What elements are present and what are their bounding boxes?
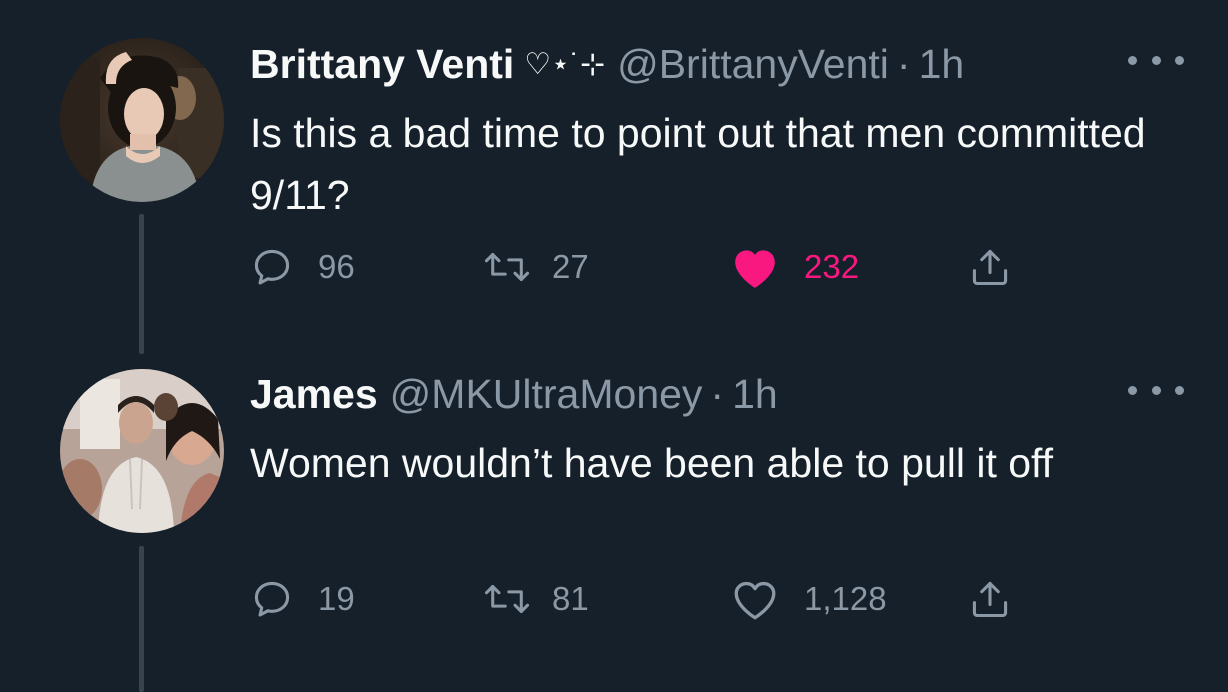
user-handle[interactable]: @MKUltraMoney (390, 371, 703, 418)
tweet-2[interactable]: James @MKUltraMoney · 1h Women wouldn’t … (0, 364, 1228, 692)
reply-icon (254, 249, 290, 285)
reply-button[interactable]: 96 (250, 242, 355, 292)
avatar-photo-2 (60, 369, 224, 533)
more-icon[interactable] (1128, 378, 1184, 402)
more-dot (1128, 385, 1137, 395)
name-decoration-text: ♡⋆˙⊹ (524, 47, 606, 81)
like-count: 1,128 (804, 580, 887, 617)
reply-button[interactable]: 19 (250, 574, 355, 624)
tweet-text: Women wouldn’t have been able to pull it… (250, 440, 1054, 486)
name-decoration: ♡⋆˙⊹ (524, 47, 605, 82)
avatar-photo-1 (60, 38, 224, 202)
retweet-button[interactable]: 81 (482, 574, 589, 624)
more-dot (1151, 385, 1161, 395)
tweet-actions: 96 27 232 (250, 242, 1050, 292)
retweet-count: 27 (552, 248, 589, 285)
user-handle[interactable]: @BrittanyVenti (617, 41, 889, 88)
like-button[interactable]: 232 (730, 242, 859, 292)
heart-filled-icon (735, 250, 775, 288)
separator-dot: · (896, 40, 911, 87)
avatar[interactable] (60, 38, 224, 202)
more-dot (1151, 55, 1161, 65)
tweet-1[interactable]: Brittany Venti ♡⋆˙⊹ @BrittanyVenti · 1h … (0, 34, 1228, 334)
tweet-actions: 19 81 1,128 (250, 574, 1050, 624)
reply-count: 19 (318, 580, 355, 617)
heart-outline-icon (734, 581, 776, 620)
display-name[interactable]: Brittany Venti (250, 41, 514, 88)
share-button[interactable] (968, 574, 1012, 624)
tweet-header: Brittany Venti ♡⋆˙⊹ @BrittanyVenti · 1h (250, 34, 964, 94)
more-dot (1128, 55, 1137, 65)
tweet-text: Is this a bad time to point out that men… (250, 110, 1146, 218)
more-icon[interactable] (1128, 48, 1184, 72)
more-dot (1175, 55, 1184, 65)
share-icon (972, 581, 1008, 618)
like-button[interactable]: 1,128 (730, 574, 887, 624)
retweet-icon (484, 252, 530, 282)
display-name[interactable]: James (250, 371, 378, 418)
avatar[interactable] (60, 369, 224, 533)
share-button[interactable] (968, 242, 1012, 292)
share-icon (972, 249, 1008, 286)
reply-icon (254, 581, 290, 617)
separator-dot: · (710, 370, 725, 417)
like-count: 232 (804, 248, 860, 285)
more-dot (1175, 385, 1184, 395)
retweet-icon (484, 584, 530, 614)
tweet-header: James @MKUltraMoney · 1h (250, 364, 778, 424)
reply-count: 96 (318, 248, 355, 285)
timestamp[interactable]: 1h (919, 41, 965, 88)
retweet-button[interactable]: 27 (482, 242, 589, 292)
timestamp[interactable]: 1h (732, 371, 778, 418)
retweet-count: 81 (552, 580, 589, 617)
